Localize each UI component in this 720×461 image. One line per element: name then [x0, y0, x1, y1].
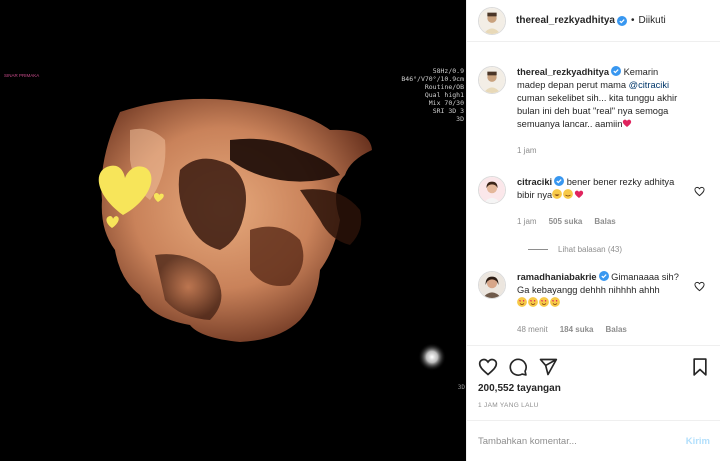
- red-heart-emoji: [574, 190, 584, 198]
- avatar[interactable]: [478, 176, 506, 204]
- action-bar: 200,552 tayangan 1 JAM YANG LALU: [467, 345, 720, 409]
- post-header: thereal_rezkyadhitya • Diikuti: [467, 0, 720, 42]
- comment-item: citraciki bener bener rezky adhitya bibi…: [478, 176, 711, 228]
- verified-icon: [598, 271, 609, 281]
- username[interactable]: thereal_rezkyadhitya: [516, 15, 615, 26]
- comment-item: ramadhaniabakrie Gimanaaaa sih? Ga kebay…: [478, 271, 711, 336]
- red-heart-emoji: [623, 119, 632, 127]
- comment-composer: Kirim: [467, 420, 720, 461]
- reply-button[interactable]: Balas: [594, 215, 615, 228]
- scan-param: Mix 70/30: [428, 99, 464, 107]
- comment-input[interactable]: [478, 435, 686, 447]
- caption-time: 1 jam: [517, 146, 537, 155]
- caption-username[interactable]: thereal_rezkyadhitya: [517, 67, 609, 77]
- scan-parameters: 58Hz/0.9 B46°/V70°/10.9cm Routine/OB Qua…: [401, 67, 464, 123]
- avatar[interactable]: [478, 66, 506, 94]
- comments-list[interactable]: thereal_rezkyadhitya Kemarin madep depan…: [467, 43, 720, 343]
- action-icons: [478, 356, 710, 378]
- comment-time: 1 jam: [517, 217, 537, 226]
- caption-text: thereal_rezkyadhitya Kemarin madep depan…: [517, 66, 689, 131]
- mention-link[interactable]: @citraciki: [629, 80, 669, 90]
- clinic-logo: SINAR PRIMAKA: [4, 73, 40, 78]
- verified-icon: [616, 15, 627, 26]
- bookmark-icon[interactable]: [690, 357, 710, 377]
- post-media[interactable]: SINAR PRIMAKA 58Hz/0.9 B46°/V70°/10.9cm …: [0, 0, 466, 461]
- scan-param: Routine/OB: [424, 83, 464, 91]
- comment-body: ramadhaniabakrie Gimanaaaa sih? Ga kebay…: [517, 271, 689, 336]
- heart-icon[interactable]: [694, 281, 705, 292]
- heart-eyes-emoji: [528, 297, 538, 307]
- scan-param: SRI 3D 3: [432, 107, 464, 115]
- heart-eyes-emoji: [517, 297, 527, 307]
- comment-likes[interactable]: 184 suka: [560, 323, 594, 336]
- view-replies-button[interactable]: Lihat balasan (43): [528, 245, 711, 254]
- follow-button[interactable]: Diikuti: [638, 15, 665, 26]
- comment-text: ramadhaniabakrie Gimanaaaa sih? Ga kebay…: [517, 271, 689, 310]
- view-count[interactable]: 200,552 tayangan: [478, 383, 710, 394]
- comment-time: 48 menit: [517, 325, 548, 334]
- separator: •: [630, 15, 635, 26]
- heart-icon[interactable]: [694, 186, 705, 197]
- comment-username[interactable]: ramadhaniabakrie: [517, 272, 597, 282]
- comment-meta: 48 menit 184 suka Balas: [517, 323, 689, 336]
- verified-icon: [610, 66, 621, 76]
- comment-text: citraciki bener bener rezky adhitya bibi…: [517, 176, 689, 202]
- ultrasound-image: [0, 0, 466, 461]
- heart-icon[interactable]: [478, 357, 498, 377]
- scan-corner-label: 3D: [457, 384, 465, 391]
- scan-param: B46°/V70°/10.9cm: [401, 75, 464, 83]
- post-sidebar: thereal_rezkyadhitya • Diikuti thereal_r…: [466, 0, 720, 461]
- scan-param: 58Hz/0.9: [432, 67, 464, 75]
- verified-icon: [554, 176, 565, 186]
- share-icon[interactable]: [538, 357, 558, 377]
- caption: thereal_rezkyadhitya Kemarin madep depan…: [478, 66, 711, 157]
- replies-divider: [528, 249, 548, 250]
- caption-text-part: cuman sekelibet sih... kita tunggu akhir…: [517, 93, 678, 129]
- caption-meta: 1 jam: [517, 144, 689, 157]
- comment-username[interactable]: citraciki: [517, 177, 552, 187]
- heart-eyes-emoji: [539, 297, 549, 307]
- comment-meta: 1 jam 505 suka Balas: [517, 215, 689, 228]
- scan-param: Qual high1: [424, 91, 464, 99]
- avatar[interactable]: [478, 6, 506, 35]
- heart-eyes-emoji: [550, 297, 560, 307]
- comment-icon[interactable]: [508, 357, 528, 377]
- post-timestamp: 1 JAM YANG LALU: [478, 402, 539, 409]
- reply-button[interactable]: Balas: [606, 323, 627, 336]
- winking-emoji: [563, 189, 574, 199]
- send-button[interactable]: Kirim: [686, 436, 710, 447]
- comment-likes[interactable]: 505 suka: [549, 215, 583, 228]
- comment-body: citraciki bener bener rezky adhitya bibi…: [517, 176, 689, 228]
- caption-body: thereal_rezkyadhitya Kemarin madep depan…: [517, 66, 689, 157]
- laughing-emoji: [552, 189, 563, 199]
- scan-param: 3D: [456, 115, 464, 123]
- view-replies-label: Lihat balasan (43): [558, 245, 623, 254]
- avatar[interactable]: [478, 271, 506, 299]
